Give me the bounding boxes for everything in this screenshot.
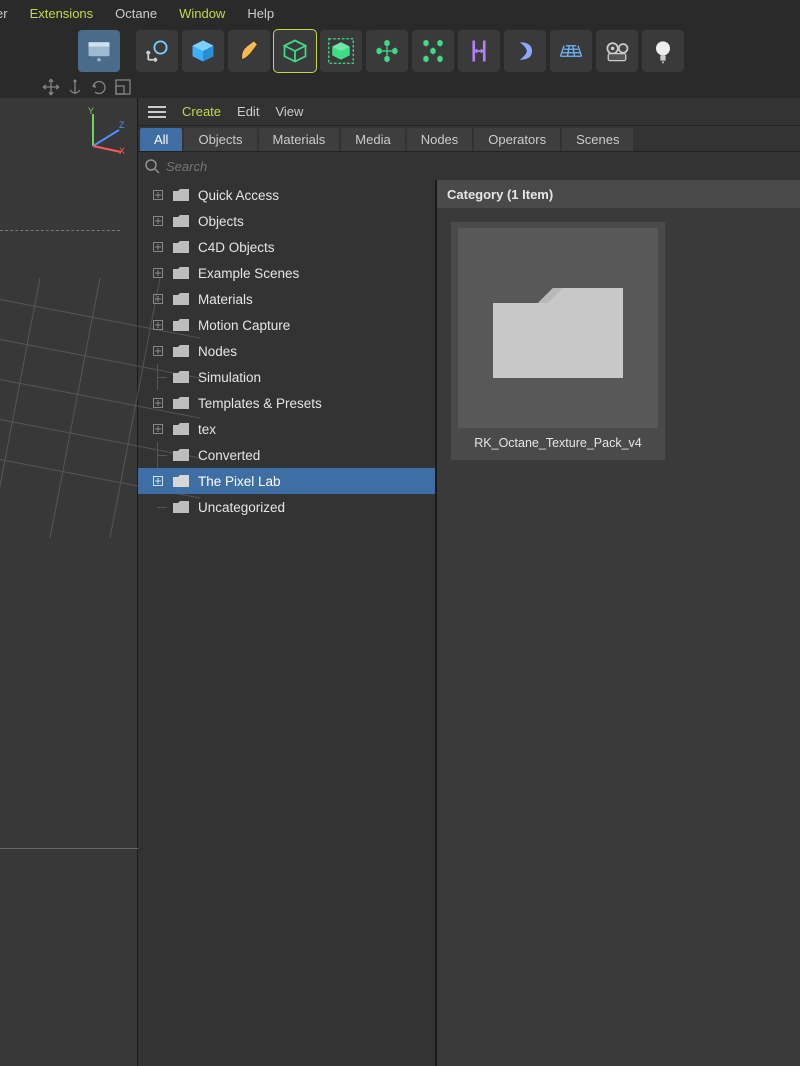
panel-menu-edit[interactable]: Edit [237, 104, 259, 119]
asset-browser-button[interactable] [78, 30, 120, 72]
filter-tabs: All Objects Materials Media Nodes Operat… [138, 126, 800, 152]
generator-cube-button[interactable] [274, 30, 316, 72]
menu-item-truncated[interactable]: er [0, 6, 8, 21]
tree-label: Uncategorized [198, 500, 285, 515]
tree-node-uncategorized[interactable]: Uncategorized [138, 494, 435, 520]
hamburger-icon[interactable] [148, 105, 166, 119]
viewport-guide-line [0, 230, 120, 231]
tree-node-c4d-objects[interactable]: C4D Objects [138, 234, 435, 260]
deformer-button[interactable] [504, 30, 546, 72]
axis-tool-button[interactable] [136, 30, 178, 72]
folder-icon [172, 292, 190, 306]
panel-body: Quick Access Objects C4D Objects Example… [138, 180, 800, 1066]
viewport-divider [0, 848, 138, 849]
cube-primitive-button[interactable] [182, 30, 224, 72]
search-row [138, 152, 800, 180]
tree-label: Templates & Presets [198, 396, 322, 411]
tree-node-the-pixel-lab[interactable]: The Pixel Lab [138, 468, 435, 494]
search-input[interactable] [166, 159, 794, 174]
viewport[interactable]: Y Z X [0, 98, 138, 1066]
folder-icon [172, 422, 190, 436]
svg-text:Y: Y [88, 106, 94, 116]
folder-icon [172, 448, 190, 462]
asset-thumbnail[interactable]: RK_Octane_Texture_Pack_v4 [451, 222, 665, 460]
tree-label: Materials [198, 292, 253, 307]
main-toolbar [0, 26, 800, 76]
tree-label: The Pixel Lab [198, 474, 281, 489]
folder-icon [172, 318, 190, 332]
panel-menu-create[interactable]: Create [182, 104, 221, 119]
tree-label: Motion Capture [198, 318, 290, 333]
thumbnail-grid: RK_Octane_Texture_Pack_v4 [437, 208, 800, 474]
menubar: er Extensions Octane Window Help [0, 0, 800, 26]
folder-icon [172, 214, 190, 228]
distance-tool-button[interactable] [458, 30, 500, 72]
field-cube-button[interactable] [320, 30, 362, 72]
asset-caption: RK_Octane_Texture_Pack_v4 [474, 436, 641, 450]
content-pane: Category (1 Item) RK_Octane_Texture_Pack… [436, 180, 800, 1066]
folder-thumbnail-icon [458, 228, 658, 428]
rotate-icon[interactable] [90, 78, 108, 96]
svg-text:Z: Z [119, 120, 125, 130]
move-icon[interactable] [42, 78, 60, 96]
content-header: Category (1 Item) [437, 180, 800, 208]
tab-nodes[interactable]: Nodes [407, 128, 473, 151]
tree-label: Quick Access [198, 188, 279, 203]
tree-node-motion-capture[interactable]: Motion Capture [138, 312, 435, 338]
mograph-matrix-button[interactable] [412, 30, 454, 72]
tab-operators[interactable]: Operators [474, 128, 560, 151]
spline-pen-button[interactable] [228, 30, 270, 72]
svg-text:X: X [119, 146, 125, 154]
menu-item-help[interactable]: Help [247, 6, 274, 21]
tab-materials[interactable]: Materials [259, 128, 340, 151]
tab-objects[interactable]: Objects [184, 128, 256, 151]
menu-item-extensions[interactable]: Extensions [30, 6, 94, 21]
folder-icon [172, 396, 190, 410]
axis-gizmo[interactable]: Y Z X [79, 106, 127, 154]
folder-icon [172, 370, 190, 384]
scale-icon[interactable] [114, 78, 132, 96]
floor-grid-button[interactable] [550, 30, 592, 72]
tree-label: Simulation [198, 370, 261, 385]
camera-button[interactable] [596, 30, 638, 72]
tab-all[interactable]: All [140, 128, 182, 151]
tree-node-tex[interactable]: tex [138, 416, 435, 442]
tree-label: Nodes [198, 344, 237, 359]
menu-item-octane[interactable]: Octane [115, 6, 157, 21]
menu-item-window[interactable]: Window [179, 6, 225, 21]
tree-label: Example Scenes [198, 266, 299, 281]
main-area: Y Z X Create Edit View All Objects Mater… [0, 98, 800, 1066]
category-tree: Quick Access Objects C4D Objects Example… [138, 180, 436, 1066]
tree-node-quick-access[interactable]: Quick Access [138, 182, 435, 208]
asset-browser-panel: Create Edit View All Objects Materials M… [138, 98, 800, 1066]
tree-label: Converted [198, 448, 260, 463]
tree-label: Objects [198, 214, 244, 229]
tree-label: C4D Objects [198, 240, 275, 255]
folder-icon [172, 240, 190, 254]
tree-node-templates-presets[interactable]: Templates & Presets [138, 390, 435, 416]
mograph-cloner-button[interactable] [366, 30, 408, 72]
tree-node-materials[interactable]: Materials [138, 286, 435, 312]
tree-node-objects[interactable]: Objects [138, 208, 435, 234]
tree-node-simulation[interactable]: Simulation [138, 364, 435, 390]
folder-icon [172, 344, 190, 358]
tab-media[interactable]: Media [341, 128, 404, 151]
panel-menu-view[interactable]: View [275, 104, 303, 119]
folder-icon [172, 188, 190, 202]
folder-icon [172, 500, 190, 514]
tree-node-example-scenes[interactable]: Example Scenes [138, 260, 435, 286]
transform-mode-row [0, 76, 800, 98]
search-icon[interactable] [144, 158, 160, 174]
tree-label: tex [198, 422, 216, 437]
tree-node-nodes[interactable]: Nodes [138, 338, 435, 364]
folder-icon [172, 474, 190, 488]
panel-header: Create Edit View [138, 98, 800, 126]
tab-scenes[interactable]: Scenes [562, 128, 633, 151]
anchor-icon[interactable] [66, 78, 84, 96]
tree-node-converted[interactable]: Converted [138, 442, 435, 468]
folder-icon [172, 266, 190, 280]
light-button[interactable] [642, 30, 684, 72]
